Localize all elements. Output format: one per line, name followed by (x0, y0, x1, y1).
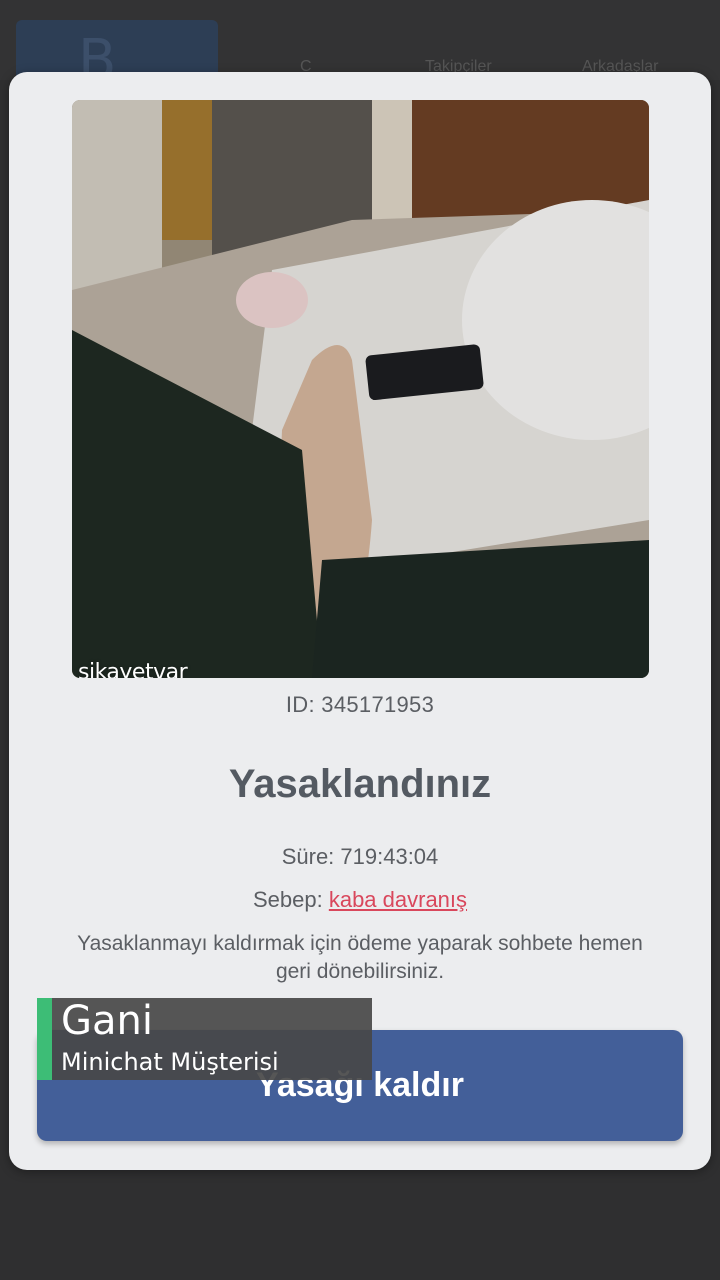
photo-image (72, 100, 649, 678)
reason-link[interactable]: kaba davranış (329, 887, 467, 912)
photo-watermark: şikayetvar (78, 660, 188, 678)
unban-info-text: Yasaklanmayı kaldırmak için ödeme yapara… (77, 932, 643, 983)
reason-label: Sebep: (252, 887, 323, 912)
watermark-check-icon (134, 640, 649, 678)
user-id: ID: 345171953 (285, 692, 435, 717)
caption-name: Gani (61, 998, 153, 1044)
ban-duration: Süre: 719:43:04 (281, 844, 439, 869)
speaker-caption: Gani Minichat Müşterisi (37, 998, 372, 1080)
ban-title: Yasaklandınız (228, 762, 492, 806)
user-photo: şikayetvar (72, 100, 649, 678)
caption-accent-bar (37, 998, 52, 1080)
caption-role: Minichat Müşterisi (61, 1048, 279, 1076)
ban-reason: Sebep: kaba davranış (0, 887, 720, 913)
